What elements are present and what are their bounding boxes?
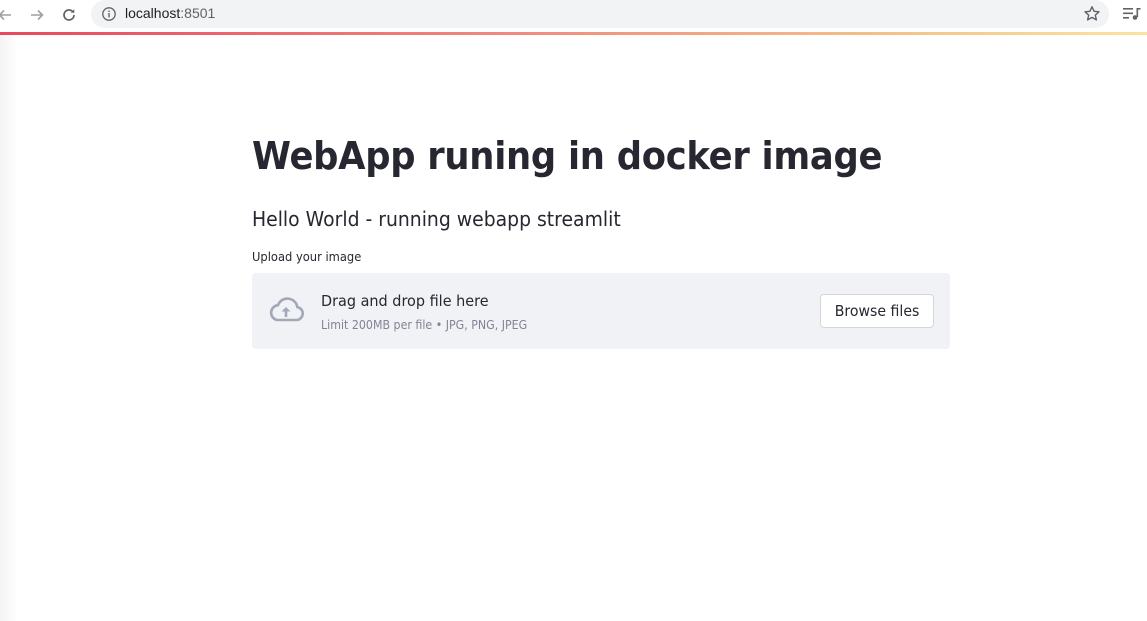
media-playlist-icon[interactable] xyxy=(1122,5,1142,23)
decoration-gradient-bar xyxy=(0,32,1147,35)
url-host: localhost xyxy=(125,5,181,21)
info-icon[interactable] xyxy=(101,6,117,22)
page-subtitle: Hello World - running webapp streamlit xyxy=(252,207,621,231)
address-bar[interactable]: localhost:8501 xyxy=(91,0,1109,28)
forward-arrow-icon[interactable] xyxy=(26,4,48,26)
dropzone-limit-text: Limit 200MB per file • JPG, PNG, JPEG xyxy=(321,318,528,332)
star-icon[interactable] xyxy=(1083,5,1101,23)
page-title: WebApp runing in docker image xyxy=(252,134,883,178)
browse-files-label: Browse files xyxy=(834,302,920,320)
file-uploader-label: Upload your image xyxy=(252,249,362,264)
url-text: localhost:8501 xyxy=(125,5,215,21)
page-left-edge xyxy=(0,35,18,621)
reload-icon[interactable] xyxy=(58,4,80,26)
dropzone-instructions: Drag and drop file here xyxy=(321,292,489,310)
browser-toolbar: localhost:8501 xyxy=(0,0,1147,32)
url-port: :8501 xyxy=(180,5,216,21)
back-arrow-icon[interactable] xyxy=(0,4,16,26)
cloud-upload-icon xyxy=(269,297,304,322)
browse-files-button[interactable]: Browse files xyxy=(820,294,934,328)
file-dropzone[interactable]: Drag and drop file here Limit 200MB per … xyxy=(252,273,950,349)
